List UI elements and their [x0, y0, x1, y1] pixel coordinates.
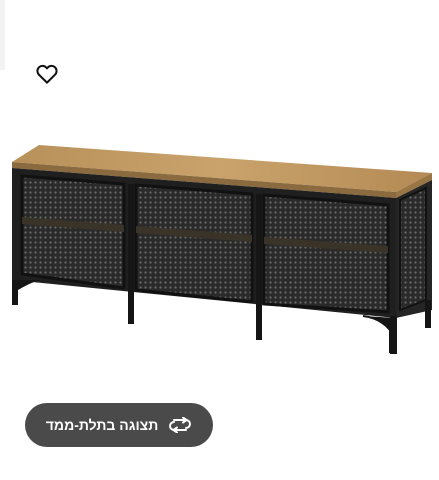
- wishlist-button[interactable]: [34, 62, 60, 86]
- heart-outline-icon: [36, 64, 58, 84]
- view-3d-label: תצוגה בתלת-ממד: [45, 417, 159, 433]
- rotate-3d-icon: [168, 417, 192, 433]
- page-edge: [0, 0, 5, 70]
- view-3d-button[interactable]: תצוגה בתלת-ממד: [25, 403, 213, 447]
- product-image[interactable]: [8, 140, 436, 360]
- tv-bench-illustration: [12, 145, 432, 354]
